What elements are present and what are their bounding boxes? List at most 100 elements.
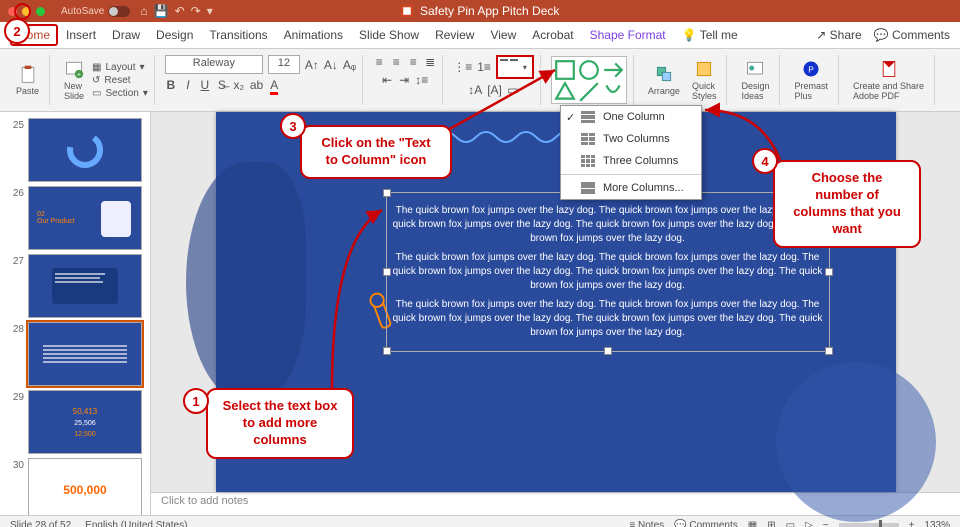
- increase-font-icon[interactable]: A↑: [305, 58, 319, 72]
- slideshow-view-icon[interactable]: ▷: [805, 520, 813, 527]
- tab-animations[interactable]: Animations: [276, 24, 351, 46]
- language-indicator[interactable]: English (United States): [85, 520, 187, 527]
- premast-button[interactable]: PPremast Plus: [790, 57, 832, 103]
- paste-button[interactable]: Paste: [12, 62, 43, 98]
- tab-review[interactable]: Review: [427, 24, 482, 46]
- text-columns-button[interactable]: ▾: [496, 55, 534, 79]
- autosave-label: AutoSave: [61, 6, 104, 17]
- thumbnail-28[interactable]: [28, 322, 142, 386]
- tab-design[interactable]: Design: [148, 24, 201, 46]
- subscript-icon[interactable]: x₂: [233, 78, 245, 92]
- annotation-badge-4: 4: [752, 148, 778, 174]
- undo-icon[interactable]: ↶: [175, 4, 185, 18]
- normal-view-icon[interactable]: ▦: [748, 520, 757, 527]
- arrange-button[interactable]: Arrange: [644, 62, 684, 98]
- align-right-icon[interactable]: ≡: [407, 55, 419, 69]
- align-center-icon[interactable]: ≡: [390, 55, 402, 69]
- text-direction-icon[interactable]: ↕A: [468, 83, 482, 97]
- tab-shape-format[interactable]: Shape Format: [582, 24, 674, 46]
- italic-icon[interactable]: I: [182, 78, 194, 92]
- align-left-icon[interactable]: ≡: [373, 55, 385, 69]
- smartart-icon[interactable]: ▭: [507, 83, 519, 97]
- textbox-paragraph[interactable]: The quick brown fox jumps over the lazy …: [393, 298, 823, 340]
- justify-icon[interactable]: ≣: [424, 55, 436, 69]
- notes-toggle[interactable]: ≡ Notes: [629, 520, 664, 527]
- columns-three[interactable]: Three Columns: [561, 150, 701, 172]
- home-icon[interactable]: ⌂: [140, 4, 147, 18]
- tab-transitions[interactable]: Transitions: [201, 24, 275, 46]
- clear-format-icon[interactable]: Aᵩ: [343, 58, 356, 72]
- zoom-in-icon[interactable]: +: [909, 520, 915, 527]
- textbox-paragraph[interactable]: The quick brown fox jumps over the lazy …: [393, 204, 823, 246]
- resize-handle[interactable]: [383, 268, 391, 276]
- mac-titlebar: AutoSave ⌂ 💾 ↶ ↷ ▾ Safety Pin App Pitch …: [0, 0, 960, 22]
- columns-two[interactable]: Two Columns: [561, 128, 701, 150]
- reset-button[interactable]: ↺ Reset: [92, 75, 148, 86]
- layout-button[interactable]: ▦ Layout ▾: [92, 62, 148, 73]
- resize-handle[interactable]: [383, 347, 391, 355]
- indent-dec-icon[interactable]: ⇤: [381, 73, 393, 87]
- numbering-icon[interactable]: 1≡: [477, 60, 491, 74]
- slide-counter: Slide 28 of 52: [10, 520, 71, 527]
- tab-insert[interactable]: Insert: [58, 24, 104, 46]
- thumb-num: 29: [6, 390, 24, 403]
- align-text-icon[interactable]: [A]: [487, 83, 502, 97]
- slide-thumbnails-panel[interactable]: 25 2602Our Product 27 28 2950,41325,5061…: [0, 112, 151, 515]
- thumbnail-27[interactable]: [28, 254, 142, 318]
- columns-more[interactable]: More Columns...: [561, 177, 701, 199]
- autosave-toggle[interactable]: [108, 6, 130, 17]
- strike-icon[interactable]: S̶: [216, 78, 228, 92]
- comments-button[interactable]: 💬 Comments: [874, 28, 950, 42]
- decrease-font-icon[interactable]: A↓: [324, 58, 338, 72]
- ribbon-home: Paste + New Slide ▦ Layout ▾ ↺ Reset ▭ S…: [0, 49, 960, 112]
- bullets-icon[interactable]: ⋮≡: [453, 60, 472, 74]
- thumbnail-29[interactable]: 50,41325,50612,500: [28, 390, 142, 454]
- resize-handle[interactable]: [383, 189, 391, 197]
- font-family-select[interactable]: Raleway: [165, 55, 263, 74]
- font-color-icon[interactable]: A: [268, 78, 280, 92]
- tell-me-search[interactable]: 💡 Tell me: [674, 24, 746, 46]
- sorter-view-icon[interactable]: ⊞: [767, 520, 775, 527]
- quick-styles-button[interactable]: Quick Styles: [688, 57, 721, 103]
- redo-icon[interactable]: ↷: [191, 4, 201, 18]
- svg-text:P: P: [808, 64, 814, 74]
- quick-access-toolbar: ⌂ 💾 ↶ ↷ ▾: [140, 4, 212, 18]
- zoom-out-icon[interactable]: −: [823, 520, 829, 527]
- reading-view-icon[interactable]: ▭: [786, 520, 795, 527]
- bold-icon[interactable]: B: [165, 78, 177, 92]
- new-slide-button[interactable]: + New Slide: [60, 57, 88, 103]
- columns-one[interactable]: ✓ One Column: [561, 106, 701, 128]
- qat-more-icon[interactable]: ▾: [207, 4, 213, 18]
- comments-toggle[interactable]: 💬 Comments: [674, 520, 738, 527]
- thumbnail-25[interactable]: [28, 118, 142, 182]
- share-button[interactable]: ↗ Share: [816, 28, 861, 42]
- underline-icon[interactable]: U: [199, 78, 211, 92]
- section-button[interactable]: ▭ Section ▾: [92, 88, 148, 99]
- thumbnail-26[interactable]: 02Our Product: [28, 186, 142, 250]
- tab-view[interactable]: View: [482, 24, 524, 46]
- save-icon[interactable]: 💾: [154, 4, 169, 18]
- adobe-pdf-button[interactable]: Create and Share Adobe PDF: [849, 57, 928, 103]
- design-ideas-button[interactable]: Design Ideas: [737, 57, 773, 103]
- annotation-badge-1: 1: [183, 388, 209, 414]
- tab-draw[interactable]: Draw: [104, 24, 148, 46]
- line-spacing-icon[interactable]: ↕≡: [415, 73, 428, 87]
- thumbnail-30[interactable]: 500,000: [28, 458, 142, 515]
- tab-slideshow[interactable]: Slide Show: [351, 24, 427, 46]
- status-bar: Slide 28 of 52 English (United States) ≡…: [0, 515, 960, 527]
- tab-acrobat[interactable]: Acrobat: [524, 24, 581, 46]
- resize-handle[interactable]: [825, 347, 833, 355]
- font-size-select[interactable]: 12: [268, 55, 300, 74]
- maximize-window-icon[interactable]: [36, 7, 45, 16]
- textbox-paragraph[interactable]: The quick brown fox jumps over the lazy …: [393, 251, 823, 293]
- indent-inc-icon[interactable]: ⇥: [398, 73, 410, 87]
- thumb-num: 26: [6, 186, 24, 199]
- selected-textbox[interactable]: The quick brown fox jumps over the lazy …: [386, 192, 830, 352]
- resize-handle[interactable]: [604, 347, 612, 355]
- zoom-level[interactable]: 133%: [924, 520, 950, 527]
- resize-handle[interactable]: [825, 268, 833, 276]
- shapes-gallery[interactable]: [551, 56, 627, 104]
- highlight-icon[interactable]: ab: [250, 78, 263, 92]
- zoom-slider[interactable]: [839, 523, 899, 527]
- annotation-callout-4: Choose the number of columns that you wa…: [773, 160, 921, 248]
